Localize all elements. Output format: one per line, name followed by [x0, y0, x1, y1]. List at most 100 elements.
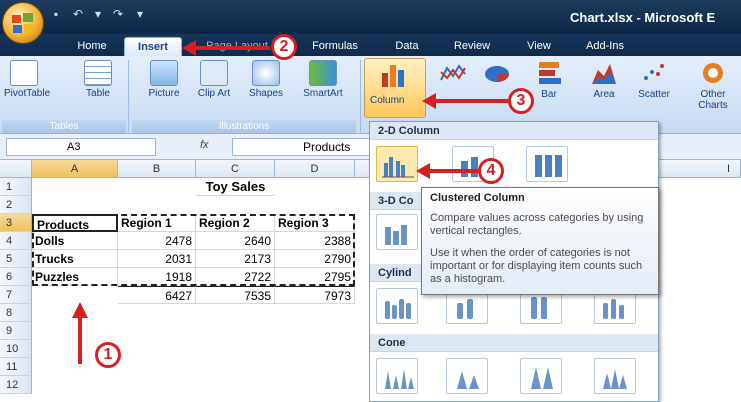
- header-cell[interactable]: Products: [32, 214, 118, 232]
- 3d-column-icon: [385, 225, 407, 245]
- row-header[interactable]: 8: [0, 304, 32, 322]
- stacked-cylinder-icon: [457, 299, 473, 319]
- other-charts-icon: [703, 63, 723, 83]
- customize-icon[interactable]: ▾: [132, 6, 148, 22]
- dropdown-icon[interactable]: ▾: [90, 6, 106, 22]
- tab-formulas[interactable]: Formulas: [300, 37, 370, 56]
- chart-tooltip: Clustered Column Compare values across c…: [421, 187, 659, 295]
- tab-data[interactable]: Data: [386, 37, 428, 56]
- undo-icon[interactable]: ↶: [70, 6, 86, 22]
- tab-review[interactable]: Review: [444, 37, 500, 56]
- column-header[interactable]: C: [196, 160, 275, 178]
- row-header[interactable]: 7: [0, 286, 32, 304]
- tab-add-ins[interactable]: Add-Ins: [572, 37, 638, 56]
- header-cell[interactable]: Region 1: [118, 214, 196, 232]
- pivot-table-button[interactable]: PivotTable: [4, 60, 50, 99]
- 3d-cone-option[interactable]: [594, 358, 636, 394]
- value-cell[interactable]: 2173: [196, 250, 275, 268]
- row-header[interactable]: 2: [0, 196, 32, 214]
- 100-stacked-column-option[interactable]: [526, 146, 568, 182]
- table-button[interactable]: Table: [78, 60, 118, 99]
- cone-column-option[interactable]: [376, 358, 418, 394]
- cylinder-column-option[interactable]: [376, 288, 418, 324]
- bar-chart-icon: [539, 62, 561, 84]
- 3d-clustered-column-option[interactable]: [376, 214, 418, 250]
- value-cell[interactable]: 2790: [275, 250, 355, 268]
- value-cell[interactable]: 2722: [196, 268, 275, 286]
- smartart-button[interactable]: SmartArt: [296, 60, 350, 99]
- scatter-chart-button[interactable]: Scatter: [632, 60, 676, 100]
- value-cell[interactable]: 2031: [118, 250, 196, 268]
- value-cell[interactable]: 2388: [275, 232, 355, 250]
- header-cell[interactable]: Region 2: [196, 214, 275, 232]
- save-icon[interactable]: ▪: [48, 6, 64, 22]
- bar-chart-button[interactable]: Bar: [532, 60, 566, 100]
- value-cell[interactable]: 2795: [275, 268, 355, 286]
- table-icon: [84, 60, 112, 86]
- gallery-section-cylinder: Cylind: [370, 264, 422, 282]
- row-header[interactable]: 1: [0, 178, 32, 196]
- sheet-title[interactable]: Toy Sales: [196, 178, 275, 196]
- clip-art-button[interactable]: Clip Art: [196, 60, 232, 99]
- row-header[interactable]: 3: [0, 214, 32, 232]
- value-cell[interactable]: 2478: [118, 232, 196, 250]
- product-cell[interactable]: Trucks: [32, 250, 118, 268]
- name-box[interactable]: A3: [6, 138, 156, 156]
- group-label-tables: Tables: [2, 120, 126, 133]
- fx-icon[interactable]: fx: [200, 139, 209, 151]
- callout-step-2: 2: [271, 34, 297, 60]
- area-chart-button[interactable]: Area: [586, 60, 622, 100]
- callout-step-1: 1: [95, 342, 121, 368]
- shapes-icon: [252, 60, 280, 86]
- row-header[interactable]: 9: [0, 322, 32, 340]
- tab-insert[interactable]: Insert: [124, 37, 182, 56]
- callout-step-4: 4: [478, 158, 504, 184]
- column-header[interactable]: B: [118, 160, 196, 178]
- picture-button[interactable]: Picture: [142, 60, 186, 99]
- total-cell[interactable]: 7973: [275, 286, 355, 304]
- area-chart-icon: [592, 64, 616, 84]
- total-cell[interactable]: 7535: [196, 286, 275, 304]
- tab-view[interactable]: View: [514, 37, 564, 56]
- formula-input[interactable]: Products: [232, 138, 372, 156]
- column-header[interactable]: A: [32, 160, 118, 178]
- product-cell[interactable]: Puzzles: [32, 268, 118, 286]
- arrow-step-3: [422, 93, 508, 109]
- ribbon-separator: [360, 60, 361, 132]
- callout-step-3: 3: [508, 88, 534, 114]
- window-title: Chart.xlsx - Microsoft E: [570, 10, 716, 25]
- pivot-table-icon: [10, 60, 38, 86]
- tooltip-usage: Use it when the order of categories is n…: [430, 247, 643, 285]
- product-cell[interactable]: Dolls: [32, 232, 118, 250]
- row-header[interactable]: 10: [0, 340, 32, 358]
- total-cell[interactable]: 6427: [118, 286, 196, 304]
- stacked-cone-option[interactable]: [446, 358, 488, 394]
- shapes-button[interactable]: Shapes: [244, 60, 288, 99]
- tab-home[interactable]: Home: [62, 37, 122, 56]
- arrow-step-4: [416, 163, 478, 179]
- redo-icon[interactable]: ↷: [110, 6, 126, 22]
- select-all-corner[interactable]: [0, 160, 32, 178]
- row-header[interactable]: 5: [0, 250, 32, 268]
- value-cell[interactable]: 1918: [118, 268, 196, 286]
- percent-cylinder-icon: [531, 297, 547, 319]
- row-header[interactable]: 11: [0, 358, 32, 376]
- line-chart-button[interactable]: [436, 60, 470, 89]
- 100-stacked-cone-option[interactable]: [520, 358, 562, 394]
- pie-chart-icon: [485, 66, 509, 82]
- office-button[interactable]: [2, 2, 44, 44]
- column-header[interactable]: D: [275, 160, 355, 178]
- column-chart-button[interactable]: Column: [364, 58, 426, 118]
- other-charts-button[interactable]: Other Charts: [688, 60, 738, 111]
- row-header[interactable]: 6: [0, 268, 32, 286]
- 3d-cylinder-icon: [603, 299, 624, 319]
- header-cell[interactable]: Region 3: [275, 214, 355, 232]
- row-header[interactable]: 4: [0, 232, 32, 250]
- percent-cone-icon: [531, 367, 553, 389]
- tooltip-title: Clustered Column: [430, 192, 525, 204]
- arrow-step-1: [72, 302, 88, 364]
- row-header[interactable]: 12: [0, 376, 32, 394]
- value-cell[interactable]: 2640: [196, 232, 275, 250]
- pie-chart-button[interactable]: [480, 60, 514, 89]
- clustered-column-option[interactable]: [376, 146, 418, 182]
